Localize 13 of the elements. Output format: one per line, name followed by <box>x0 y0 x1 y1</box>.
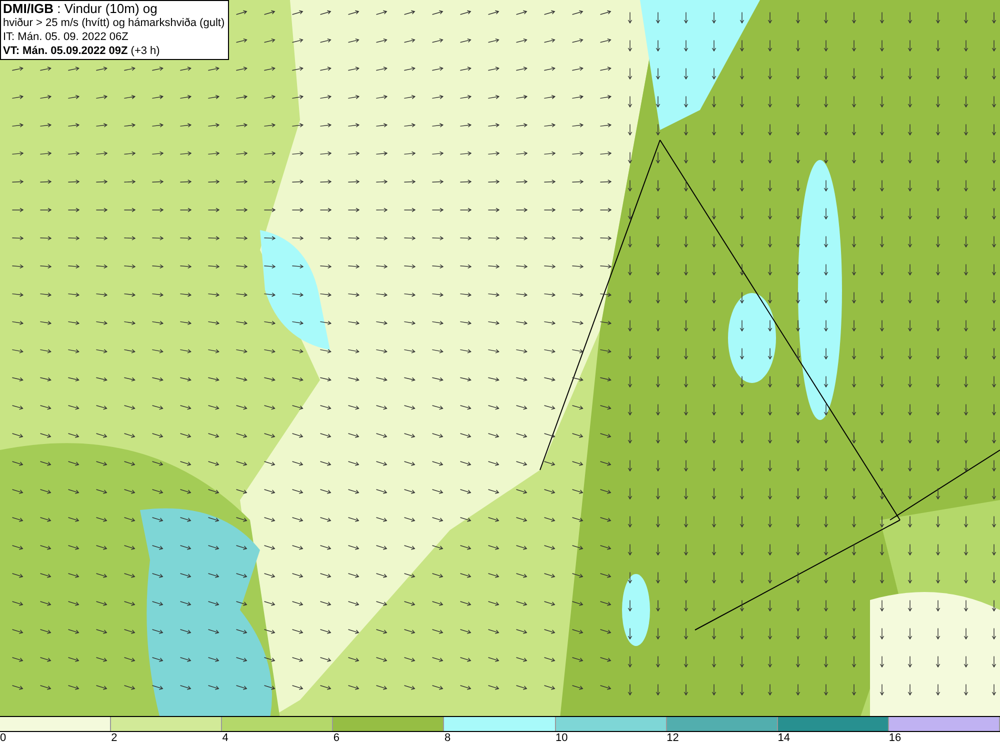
map-caption-line: VT: Mán. 05.09.2022 09Z (+3 h) <box>3 44 161 58</box>
scale-tick-label: 14 <box>778 732 790 744</box>
scale-tick-label: 10 <box>556 732 568 744</box>
scale-tick-label: 2 <box>111 732 118 744</box>
map-caption-line: IT: Mán. 05. 09. 2022 06Z <box>3 30 130 44</box>
map-caption-line: hviður > 25 m/s (hvítt) og hámarkshviða (gult) <box>3 16 226 30</box>
scale-tick-label: 16 <box>888 732 902 744</box>
scale-tick-label: 12 <box>666 732 679 744</box>
scale-tick-label: 0 <box>0 732 6 744</box>
scale-tick-label: 8 <box>444 732 451 744</box>
scale-tick-label: 4 <box>222 732 228 744</box>
scale-tick-label: 6 <box>333 732 340 744</box>
map-caption-line: DMI/IGB : Vindur (10m) og <box>3 2 158 16</box>
